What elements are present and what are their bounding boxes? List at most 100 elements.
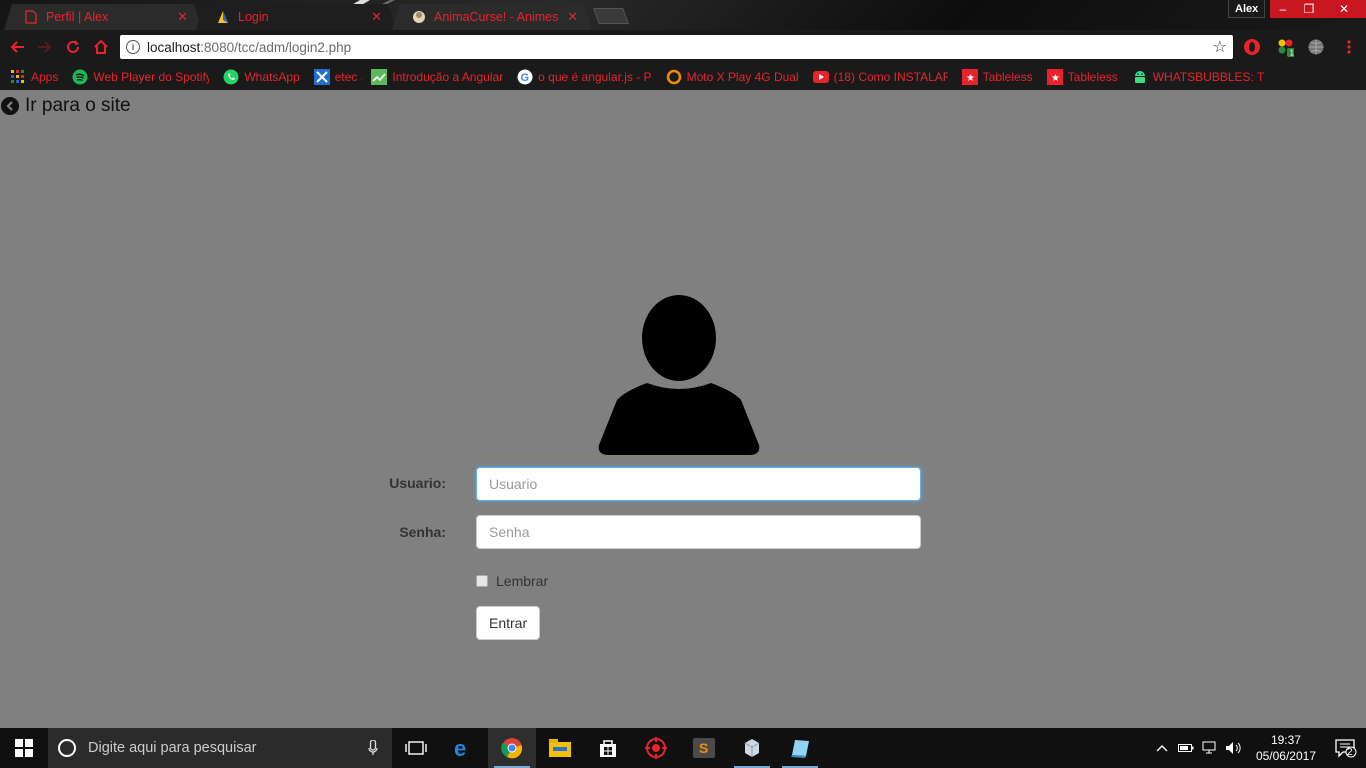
- document-icon: [24, 10, 38, 24]
- bookmark-spotify[interactable]: Web Player do Spotify: [72, 69, 209, 85]
- bookmark-moto[interactable]: Moto X Play 4G Dual: [666, 69, 799, 85]
- back-arrow-icon[interactable]: [3, 33, 31, 61]
- whatsapp-icon: [223, 69, 239, 85]
- bookmark-whatsbubbles[interactable]: WHATSBUBBLES: TEN: [1132, 69, 1265, 85]
- task-view-icon[interactable]: [392, 728, 440, 768]
- tab-close-icon[interactable]: ✕: [371, 9, 382, 25]
- notification-center-icon[interactable]: 2: [1326, 728, 1366, 768]
- bookmark-label: WhatsApp: [244, 70, 300, 84]
- home-icon[interactable]: [87, 33, 115, 61]
- android-icon: [1132, 69, 1148, 85]
- bookmark-google-angular[interactable]: G o que é angular.js - P: [517, 69, 652, 85]
- system-tray: 19:37 05/06/2017 2: [1150, 728, 1366, 768]
- globe-extension-icon[interactable]: [1307, 38, 1325, 56]
- extension-dots-icon[interactable]: 1: [1276, 38, 1294, 57]
- address-host: localhost: [147, 39, 201, 55]
- username-input[interactable]: [476, 467, 921, 501]
- svg-text:S: S: [699, 740, 708, 756]
- tab-login[interactable]: Login ✕: [196, 4, 396, 30]
- youtube-icon: [812, 69, 829, 85]
- tab-close-icon[interactable]: ✕: [567, 9, 578, 25]
- remember-label[interactable]: Lembrar: [496, 573, 548, 589]
- bookmark-label: WHATSBUBBLES: TEN: [1152, 70, 1265, 84]
- svg-text:★: ★: [966, 73, 975, 84]
- battery-icon[interactable]: [1174, 743, 1198, 753]
- chart-icon: [371, 69, 388, 85]
- notification-count: 2: [1347, 747, 1353, 758]
- address-path: :8080/tcc/adm/login2.php: [200, 39, 352, 55]
- remember-row: Lembrar: [476, 573, 548, 589]
- forward-arrow-icon[interactable]: [31, 33, 59, 61]
- spotify-icon: [72, 69, 88, 85]
- bookmark-label: (18) Como INSTALAR: [833, 70, 948, 84]
- bookmark-apps[interactable]: Apps: [10, 69, 58, 85]
- info-icon[interactable]: i: [126, 40, 140, 54]
- windows-taskbar: Digite aqui para pesquisar e S 19:37 05/…: [0, 728, 1366, 768]
- bookmark-label: Tableless: [1067, 70, 1118, 84]
- bookmark-angular-intro[interactable]: Introdução a Angular: [371, 69, 503, 85]
- network-icon[interactable]: [1198, 741, 1222, 755]
- star-icon[interactable]: ☆: [1213, 37, 1227, 57]
- tab-perfil[interactable]: Perfil | Alex ✕: [4, 4, 202, 30]
- profile-button[interactable]: Alex: [1228, 0, 1266, 18]
- bookmarks-bar: Apps Web Player do Spotify WhatsApp etec…: [0, 64, 1366, 90]
- clock-date: 05/06/2017: [1255, 749, 1316, 763]
- file-explorer-icon[interactable]: [536, 728, 584, 768]
- edge-icon[interactable]: e: [440, 728, 488, 768]
- chrome-icon[interactable]: [488, 728, 536, 768]
- tab-title: AnimaCurse! - Animes O: [434, 10, 562, 24]
- google-icon: G: [517, 69, 533, 85]
- store-icon[interactable]: [584, 728, 632, 768]
- tab-close-icon[interactable]: ✕: [177, 9, 188, 25]
- moto-icon: [666, 69, 682, 85]
- restore-button[interactable]: ❐: [1296, 0, 1322, 18]
- game-app-icon[interactable]: [632, 728, 680, 768]
- logo-icon: [216, 10, 230, 24]
- clock-time: 19:37: [1270, 733, 1301, 747]
- bookmark-label: Tableless: [982, 70, 1033, 84]
- sublime-text-icon[interactable]: S: [680, 728, 728, 768]
- system-clock[interactable]: 19:37 05/06/2017: [1246, 732, 1326, 764]
- new-tab-button[interactable]: [593, 8, 629, 24]
- server-app-icon[interactable]: [728, 728, 776, 768]
- tableless-icon: ★: [1046, 69, 1063, 85]
- back-to-site-link[interactable]: Ir para o site: [1, 95, 131, 117]
- svg-text:★: ★: [1051, 73, 1060, 84]
- chevron-up-icon[interactable]: [1150, 744, 1174, 752]
- minimize-button[interactable]: –: [1270, 0, 1296, 18]
- bookmark-label: Moto X Play 4G Dual: [686, 70, 799, 84]
- volume-icon[interactable]: [1222, 741, 1246, 755]
- search-placeholder: Digite aqui para pesquisar: [88, 740, 257, 756]
- bookmark-tableless-1[interactable]: ★ Tableless: [961, 69, 1033, 85]
- address-bar[interactable]: i localhost:8080/tcc/adm/login2.php ☆: [120, 35, 1233, 59]
- remember-checkbox[interactable]: [476, 575, 488, 587]
- bookmark-label: Web Player do Spotify: [93, 70, 210, 84]
- browser-tab-strip: Perfil | Alex ✕ Login ✕ AnimaCurse! - An…: [0, 0, 1366, 30]
- windows-start-icon[interactable]: [0, 728, 48, 768]
- bookmark-label: Apps: [31, 70, 59, 84]
- password-label: Senha:: [399, 524, 446, 540]
- notepad-app-icon[interactable]: [776, 728, 824, 768]
- username-label: Usuario:: [389, 475, 446, 491]
- close-window-button[interactable]: ✕: [1322, 0, 1366, 18]
- etec-icon: [313, 69, 330, 85]
- microphone-icon[interactable]: [368, 739, 378, 759]
- reload-icon[interactable]: [59, 33, 87, 61]
- menu-dots-icon[interactable]: [1340, 38, 1358, 56]
- svg-text:e: e: [454, 737, 466, 759]
- tab-animacurse[interactable]: AnimaCurse! - Animes O ✕: [392, 4, 592, 30]
- taskbar-search-box[interactable]: Digite aqui para pesquisar: [48, 728, 392, 768]
- bookmark-whatsapp[interactable]: WhatsApp: [223, 69, 300, 85]
- back-link-label: Ir para o site: [25, 95, 131, 116]
- password-input[interactable]: [476, 515, 921, 549]
- bookmark-label: Introdução a Angular: [392, 70, 504, 84]
- user-avatar-icon: [598, 295, 760, 455]
- login-button[interactable]: Entrar: [476, 606, 541, 640]
- anime-icon: [412, 10, 426, 24]
- apps-grid-icon: [10, 69, 26, 85]
- bookmark-tableless-2[interactable]: ★ Tableless: [1046, 69, 1118, 85]
- opera-extension-icon[interactable]: [1243, 38, 1261, 56]
- bookmark-etec[interactable]: etec: [313, 69, 357, 85]
- bookmark-youtube[interactable]: (18) Como INSTALAR: [812, 69, 948, 85]
- bookmark-label: o que é angular.js - P: [538, 70, 652, 84]
